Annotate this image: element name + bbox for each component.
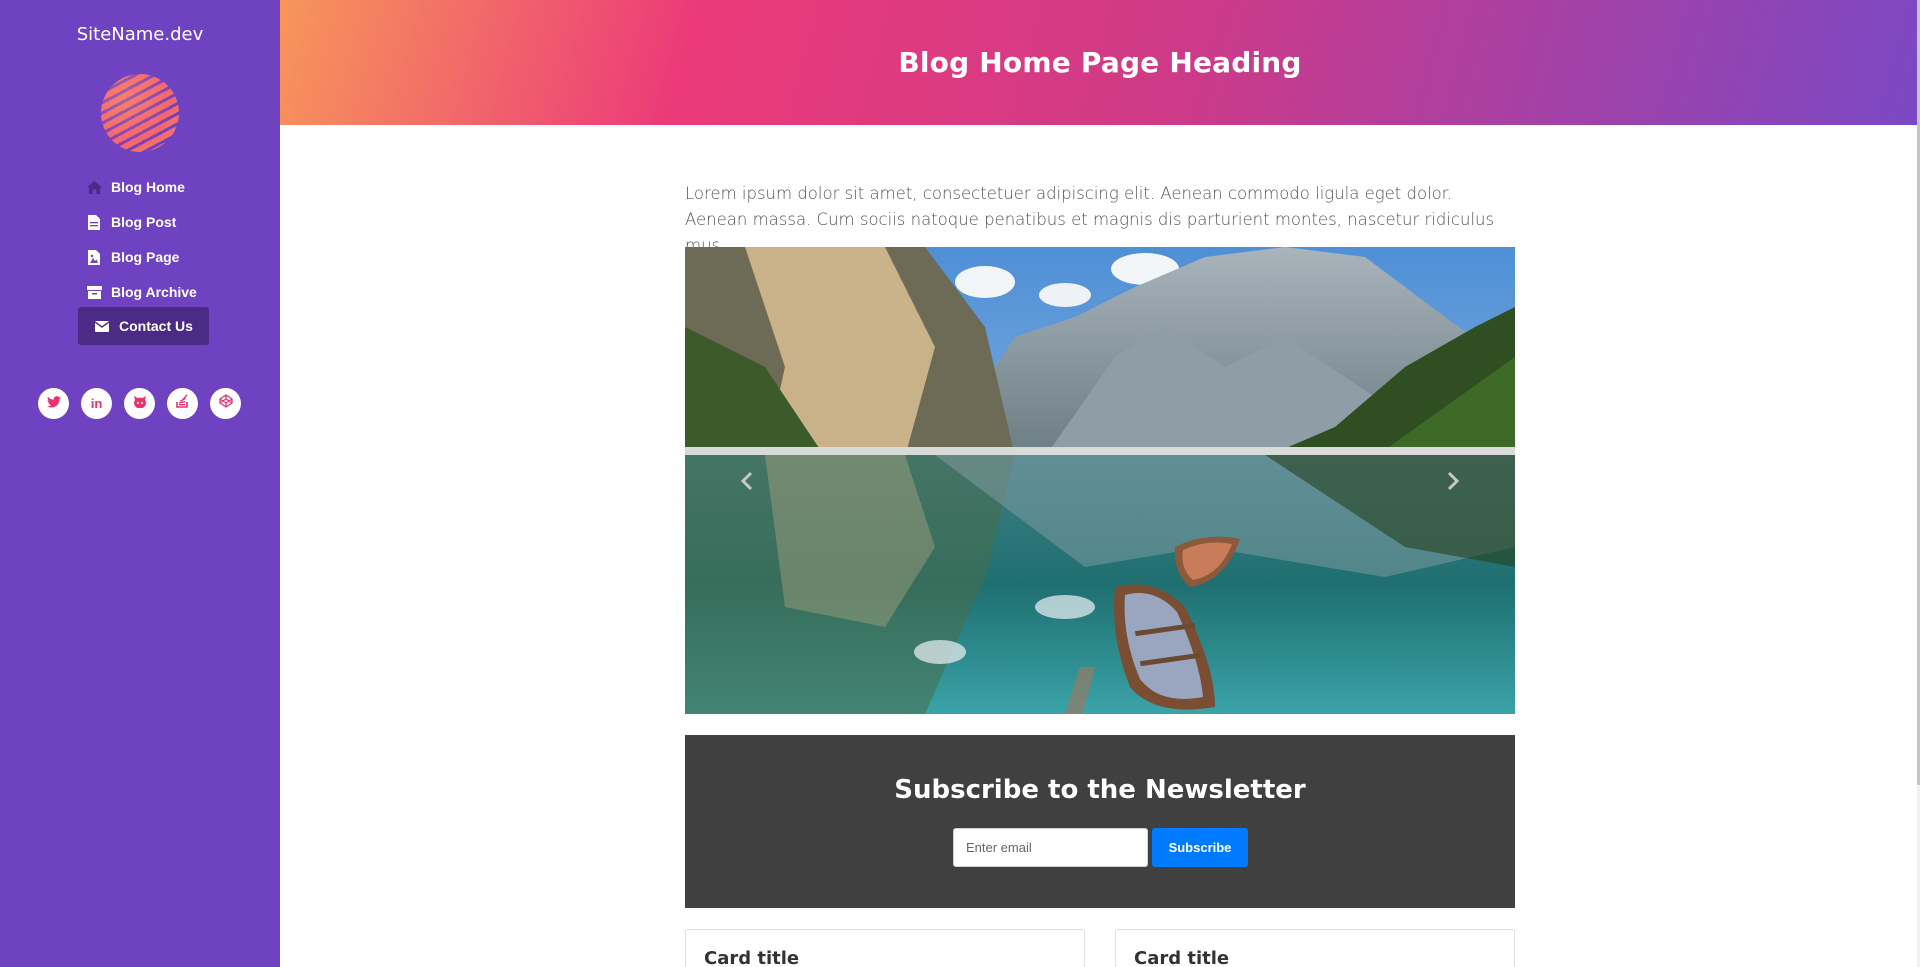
- newsletter-title: Subscribe to the Newsletter: [894, 775, 1306, 805]
- sidebar-item-label: Blog Home: [111, 179, 185, 195]
- github-link[interactable]: [124, 388, 155, 419]
- twitter-icon: [46, 395, 61, 413]
- card: Card title: [1115, 929, 1515, 967]
- envelope-icon: [94, 318, 110, 334]
- codepen-icon: [218, 394, 233, 413]
- linkedin-link[interactable]: in: [81, 388, 112, 419]
- twitter-link[interactable]: [38, 388, 69, 419]
- chevron-right-icon: [1446, 471, 1460, 491]
- carousel-prev-button[interactable]: [733, 463, 761, 499]
- file-image-icon: [86, 249, 102, 265]
- chevron-left-icon: [740, 471, 754, 491]
- social-links: in: [38, 388, 241, 419]
- sidebar-item-label: Blog Archive: [111, 284, 197, 300]
- stack-overflow-link[interactable]: [167, 388, 198, 419]
- carousel-next-button[interactable]: [1439, 463, 1467, 499]
- archive-icon: [86, 284, 102, 300]
- linkedin-icon: in: [90, 396, 103, 411]
- sidebar-item-blog-page[interactable]: Blog Page: [86, 238, 179, 276]
- card-title: Card title: [704, 948, 800, 967]
- card: Card title: [685, 929, 1085, 967]
- card-title: Card title: [1134, 948, 1230, 967]
- file-icon: [86, 214, 102, 230]
- sidebar-item-label: Contact Us: [119, 318, 193, 334]
- sidebar-item-contact-us[interactable]: Contact Us: [78, 307, 209, 345]
- newsletter-section: Subscribe to the Newsletter Subscribe: [685, 735, 1515, 908]
- carousel-image: [685, 247, 1515, 714]
- home-icon: [86, 179, 102, 195]
- site-name[interactable]: SiteName.dev: [0, 24, 280, 45]
- email-input[interactable]: [953, 828, 1148, 867]
- sidebar-item-blog-post[interactable]: Blog Post: [86, 203, 176, 241]
- site-logo[interactable]: [101, 74, 179, 152]
- sidebar-item-blog-home[interactable]: Blog Home: [86, 168, 185, 206]
- image-carousel[interactable]: [685, 247, 1515, 714]
- subscribe-button[interactable]: Subscribe: [1152, 828, 1248, 867]
- sidebar-item-label: Blog Post: [111, 214, 177, 230]
- page-title: Blog Home Page Heading: [898, 46, 1302, 79]
- stack-overflow-icon: [176, 394, 189, 413]
- github-icon: [133, 395, 147, 413]
- sidebar-item-blog-archive[interactable]: Blog Archive: [86, 273, 197, 311]
- page-header: Blog Home Page Heading: [280, 0, 1920, 125]
- codepen-link[interactable]: [210, 388, 241, 419]
- sidebar: SiteName.dev Blog Home Blog Post Blog Pa…: [0, 0, 280, 967]
- sidebar-item-label: Blog Page: [111, 249, 180, 265]
